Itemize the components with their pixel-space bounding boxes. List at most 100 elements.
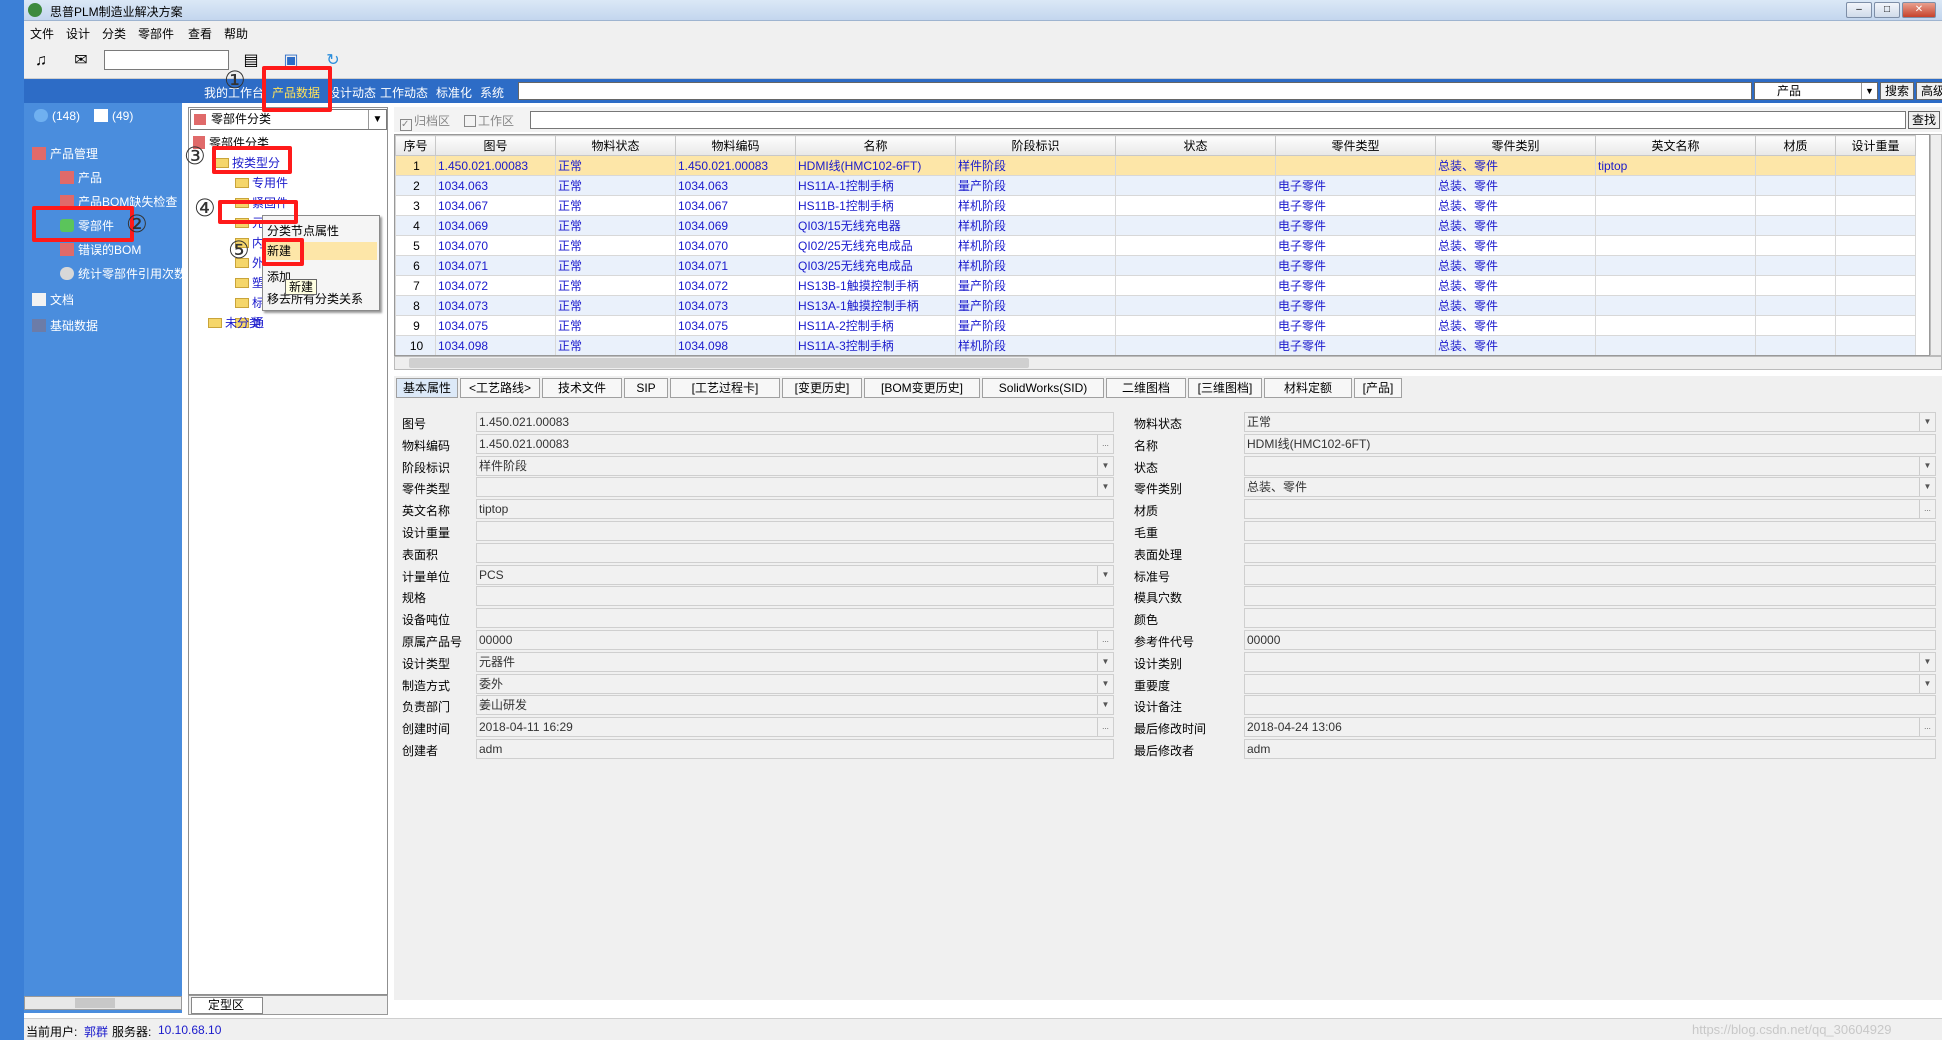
column-header[interactable]: 图号 [435, 135, 556, 156]
column-header[interactable]: 物料状态 [555, 135, 676, 156]
menu-file[interactable]: 文件 [30, 25, 54, 42]
field-input[interactable]: ▼ [1244, 673, 1936, 694]
scrollbar-thumb[interactable] [409, 358, 1029, 368]
tab-bom-change-history[interactable]: [BOM变更历史] [864, 378, 980, 398]
tab-basic-properties[interactable]: 基本属性 [396, 378, 458, 398]
table-row[interactable]: 10 1034.098 正常 1034.098 HS11A-3控制手柄 样机阶段 电子零件总… [395, 335, 1916, 355]
chevron-down-icon[interactable]: ▼ [1919, 478, 1935, 497]
field-input[interactable]: 正常 ▼ [1244, 412, 1936, 432]
chevron-down-icon[interactable]: ▼ [1097, 565, 1113, 584]
sidebar-item-error-bom[interactable]: 错误的BOM [60, 241, 141, 258]
field-input[interactable]: 委外 ▼ [476, 673, 1114, 694]
field-input[interactable]: ▼ [476, 477, 1114, 498]
menu-view[interactable]: 查看 [188, 25, 212, 42]
tree-node-plastic[interactable]: 塑 [235, 274, 264, 291]
field-input[interactable]: 姜山研发 ▼ [476, 695, 1114, 716]
menu-design[interactable]: 设计 [66, 25, 90, 42]
archive-checkbox[interactable]: ✓ 归档区 [400, 112, 450, 131]
user-icon[interactable]: ♫ [30, 51, 52, 71]
field-input[interactable]: 元器件 ▼ [476, 651, 1114, 672]
table-row[interactable]: 4 1034.069 正常 1034.069 QI03/15无线充电器 样机阶段 电子零件总… [395, 215, 1916, 236]
table-row[interactable]: 9 1034.075 正常 1034.075 HS11A-2控制手柄 量产阶段 电子零件 总装… [395, 315, 1916, 336]
find-button[interactable]: 查找 [1908, 111, 1940, 129]
advanced-search-button[interactable]: 高级 [1916, 82, 1942, 100]
ellipsis-icon[interactable]: ... [1097, 718, 1113, 737]
field-input[interactable]: 1.450.021.00083... [476, 433, 1114, 454]
field-input[interactable] [476, 586, 1114, 607]
table-row[interactable]: 2 1034.063 正常 1034.063 HS11A-1控制手柄 量产阶段 电子零件 总装… [395, 175, 1916, 196]
column-header[interactable]: 物料编码 [675, 135, 796, 156]
field-input[interactable]: tiptop [476, 499, 1114, 520]
column-header[interactable]: 英文名称 [1595, 135, 1756, 156]
minimize-button[interactable]: – [1846, 2, 1872, 18]
maximize-button[interactable]: □ [1874, 2, 1900, 18]
table-row[interactable]: 6 1034.071 正常 1034.071 QI03/25无线充电成品 样机阶段 电子零件… [395, 255, 1916, 276]
field-input[interactable]: adm [476, 739, 1114, 759]
chevron-down-icon[interactable]: ▼ [1097, 696, 1113, 715]
field-input[interactable] [1244, 521, 1936, 541]
field-input[interactable] [476, 542, 1114, 563]
chevron-down-icon[interactable]: ▼ [1097, 478, 1113, 497]
tab-finalized[interactable]: 定型区 [191, 997, 263, 1014]
table-row[interactable]: 1 1.450.021.00083 正常 1.450.021.00083 HDMI线(H… [395, 155, 1916, 176]
tab-process-route[interactable]: <工艺路线> [460, 378, 540, 398]
tab-standardization[interactable]: 标准化 [436, 84, 472, 101]
ellipsis-icon[interactable]: ... [1097, 631, 1113, 649]
search-scope-select[interactable]: 产品 ▼ [1754, 82, 1878, 100]
sidebar-item-documents[interactable]: 文档 [32, 291, 74, 308]
field-input[interactable]: 总装、零件 ▼ [1244, 477, 1936, 498]
field-input[interactable] [1244, 695, 1936, 716]
menu-parts[interactable]: 零部件 [138, 25, 174, 42]
tab-process-card[interactable]: [工艺过程卡] [670, 378, 780, 398]
tab-design-dynamics[interactable]: 设计动态 [328, 84, 376, 101]
field-input[interactable] [476, 608, 1114, 629]
work-checkbox[interactable]: 工作区 [464, 112, 514, 129]
tab-system[interactable]: 系统 [480, 84, 504, 101]
close-button[interactable]: ✕ [1902, 2, 1936, 18]
chevron-down-icon[interactable]: ▼ [1919, 456, 1935, 475]
field-input[interactable]: HDMI线(HMC102-6FT) [1244, 433, 1936, 454]
chevron-down-icon[interactable]: ▼ [1861, 83, 1877, 99]
column-header[interactable]: 名称 [795, 135, 956, 156]
tree-node-standard[interactable]: 标 [235, 294, 264, 311]
sidebar-item-product-management[interactable]: 产品管理 [32, 145, 98, 162]
ellipsis-icon[interactable]: ... [1919, 500, 1935, 519]
menu-item-node-properties[interactable]: 分类节点属性 [267, 222, 339, 239]
field-input[interactable] [1244, 608, 1936, 629]
ellipsis-icon[interactable]: ... [1097, 434, 1113, 453]
tab-3d-drawings[interactable]: [三维图档] [1188, 378, 1262, 398]
tab-change-history[interactable]: [变更历史] [782, 378, 862, 398]
mail-indicator[interactable]: (49) [94, 109, 133, 123]
ellipsis-icon[interactable]: ... [1919, 718, 1935, 737]
tab-sip[interactable]: SIP [624, 378, 668, 398]
quick-search-input[interactable] [104, 50, 229, 70]
chevron-down-icon[interactable]: ▼ [1919, 652, 1935, 671]
column-header[interactable]: 序号 [395, 135, 436, 156]
menu-help[interactable]: 帮助 [224, 25, 248, 42]
column-header[interactable]: 阶段标识 [955, 135, 1116, 156]
tree-node-special[interactable]: 专用件 [235, 174, 288, 191]
tree-type-combo[interactable]: 零部件分类 ▼ [190, 109, 387, 130]
field-input[interactable]: 1.450.021.00083 [476, 412, 1114, 432]
tab-material-quota[interactable]: 材料定额 [1264, 378, 1352, 398]
table-row[interactable]: 7 1034.072 正常 1034.072 HS13B-1触摸控制手柄 量产阶段 电子零件… [395, 275, 1916, 296]
sidebar-item-product[interactable]: 产品 [60, 169, 102, 186]
chevron-down-icon[interactable]: ▼ [368, 110, 386, 129]
chevron-down-icon[interactable]: ▼ [1097, 652, 1113, 671]
scrollbar-thumb[interactable] [75, 998, 115, 1008]
column-header[interactable]: 零件类型 [1275, 135, 1436, 156]
table-row[interactable]: 8 1034.073 正常 1034.073 HS13A-1触摸控制手柄 量产阶段 电子零件… [395, 295, 1916, 316]
field-input[interactable] [1244, 564, 1936, 585]
field-input[interactable] [476, 521, 1114, 541]
tab-technical-files[interactable]: 技术文件 [542, 378, 622, 398]
chevron-down-icon[interactable]: ▼ [1097, 674, 1113, 693]
field-input[interactable] [1244, 586, 1936, 607]
field-input[interactable]: 00000... [476, 630, 1114, 650]
table-row[interactable]: 5 1034.070 正常 1034.070 QI02/25无线充电成品 样机阶段 电子零件… [395, 235, 1916, 256]
tasks-indicator[interactable]: (148) [34, 109, 80, 123]
field-input[interactable] [1244, 542, 1936, 563]
sidebar-item-base-data[interactable]: 基础数据 [32, 317, 98, 334]
column-header[interactable]: 状态 [1115, 135, 1276, 156]
chevron-down-icon[interactable]: ▼ [1097, 456, 1113, 475]
chevron-down-icon[interactable]: ▼ [1919, 413, 1935, 431]
